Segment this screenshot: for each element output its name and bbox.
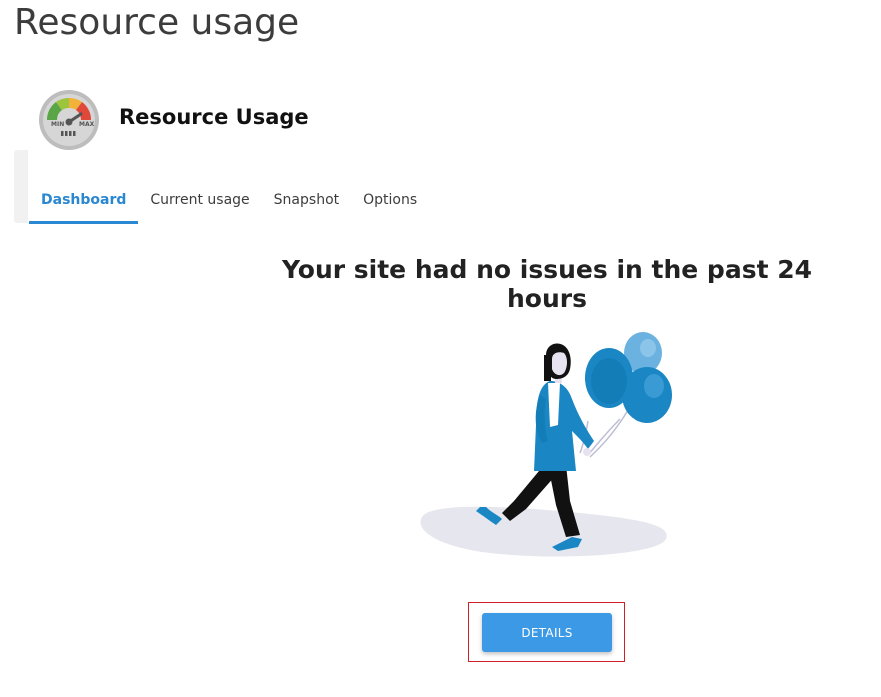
gauge-icon: MIN MAX	[38, 89, 100, 151]
status-headline: Your site had no issues in the past 24 h…	[281, 255, 813, 313]
woman-with-balloons-illustration	[410, 325, 680, 565]
details-button[interactable]: DETAILS	[482, 613, 612, 652]
sidebar-edge	[14, 150, 28, 223]
tab-dashboard[interactable]: Dashboard	[29, 180, 139, 224]
page-title: Resource usage	[14, 2, 300, 43]
tab-snapshot[interactable]: Snapshot	[262, 180, 351, 224]
gauge-min-label: MIN	[51, 121, 64, 128]
tab-bar: Dashboard Current usage Snapshot Options	[29, 180, 429, 224]
tab-options[interactable]: Options	[351, 180, 429, 224]
tab-current-usage[interactable]: Current usage	[138, 180, 261, 224]
gauge-max-label: MAX	[79, 121, 95, 128]
app-name: Resource Usage	[119, 105, 309, 129]
